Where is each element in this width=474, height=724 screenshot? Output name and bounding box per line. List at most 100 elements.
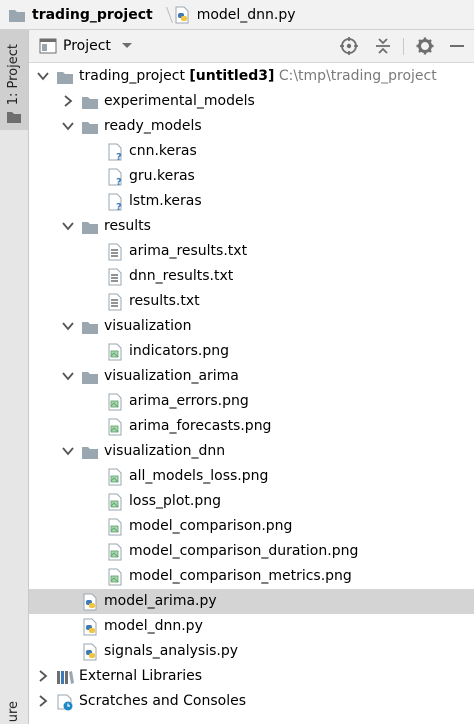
tree-file-row[interactable]: arima_results.txt (29, 239, 474, 264)
structure-stripe-button[interactable]: ure (6, 701, 21, 722)
breadcrumb-project-label: trading_project (32, 6, 153, 23)
image-file-icon (108, 343, 122, 361)
chevron-down-icon[interactable] (62, 120, 74, 132)
breadcrumb-project[interactable]: trading_project (8, 0, 153, 30)
tree-item-label: loss_plot.png (129, 493, 221, 509)
scratches-icon (57, 694, 73, 711)
tree-item-label: lstm.keras (129, 193, 202, 209)
tree-file-row[interactable]: arima_forecasts.png (29, 414, 474, 439)
tree-item-label: signals_analysis.py (104, 643, 239, 659)
locate-icon[interactable] (339, 36, 359, 56)
tree-file-row[interactable]: loss_plot.png (29, 489, 474, 514)
breadcrumb-separator (159, 0, 169, 30)
tree-folder-row[interactable]: results (29, 214, 474, 239)
text-file-icon (108, 293, 122, 311)
tree-item-label: results.txt (129, 293, 200, 309)
panel-header: Project (29, 30, 474, 63)
tree-file-row[interactable]: all_models_loss.png (29, 464, 474, 489)
chevron-down-icon[interactable] (62, 320, 74, 332)
tree-item-label: all_models_loss.png (129, 468, 269, 484)
chevron-right-icon[interactable] (37, 670, 49, 682)
unknown-file-icon: ? (108, 168, 122, 186)
image-file-icon (108, 543, 122, 561)
tree-item-label: gru.keras (129, 168, 195, 184)
tree-folder-row[interactable]: visualization_dnn (29, 439, 474, 464)
image-file-icon (108, 468, 122, 486)
tree-file-row[interactable]: results.txt (29, 289, 474, 314)
root-module: [untitled3] (189, 68, 275, 84)
tree-file-row[interactable]: model_comparison_duration.png (29, 539, 474, 564)
chevron-right-icon[interactable] (37, 695, 49, 707)
tree-file-row[interactable]: ? gru.keras (29, 164, 474, 189)
chevron-down-icon[interactable] (62, 370, 74, 382)
chevron-right-icon[interactable] (62, 95, 74, 107)
chevron-down-icon[interactable] (62, 220, 74, 232)
gear-icon[interactable] (415, 36, 435, 56)
tree-file-row[interactable]: model_dnn.py (29, 614, 474, 639)
unknown-file-icon: ? (108, 143, 122, 161)
folder-icon (82, 122, 98, 134)
chevron-down-icon (121, 43, 132, 48)
folder-icon (7, 112, 21, 123)
tree-file-row[interactable]: ? cnn.keras (29, 139, 474, 164)
breadcrumb: trading_project model_dnn.py (0, 0, 474, 30)
tree-item-label: model_comparison_duration.png (129, 543, 359, 559)
image-file-icon (108, 518, 122, 536)
tree-item-label: experimental_models (104, 93, 255, 109)
tree-folder-row[interactable]: experimental_models (29, 89, 474, 114)
folder-icon (57, 72, 73, 84)
tree-item-label: indicators.png (129, 343, 230, 359)
view-selector[interactable]: Project (39, 30, 133, 63)
project-stripe-label: 1: Project (6, 44, 21, 106)
image-file-icon (108, 418, 122, 436)
tree-file-row[interactable]: model_comparison_metrics.png (29, 564, 474, 589)
tree-item-label: visualization_dnn (104, 443, 226, 459)
tree-file-row[interactable]: dnn_results.txt (29, 264, 474, 289)
tree-item-label: Scratches and Consoles (79, 693, 246, 709)
tree-file-row[interactable]: model_comparison.png (29, 514, 474, 539)
python-file-icon (83, 643, 97, 661)
tree-file-row[interactable]: indicators.png (29, 339, 474, 364)
text-file-icon (108, 268, 122, 286)
tree-item-label: cnn.keras (129, 143, 197, 159)
image-file-icon (108, 568, 122, 586)
project-view-icon (39, 38, 57, 54)
svg-text:?: ? (116, 177, 122, 186)
tree-folder-row[interactable]: visualization_arima (29, 364, 474, 389)
tree-item-label: model_arima.py (104, 593, 217, 609)
tree-file-row[interactable]: signals_analysis.py (29, 639, 474, 664)
tree-folder-row[interactable]: visualization (29, 314, 474, 339)
header-divider (403, 38, 404, 55)
external-libraries-icon (57, 671, 74, 684)
tree-item-label: External Libraries (79, 668, 202, 684)
minimize-icon[interactable] (447, 36, 467, 56)
project-stripe-button[interactable]: 1: Project (0, 30, 28, 130)
collapse-all-icon[interactable] (373, 36, 393, 56)
tree-folder-row[interactable]: External Libraries (29, 664, 474, 689)
tree-folder-row[interactable]: ready_models (29, 114, 474, 139)
tree-item-label: ready_models (104, 118, 202, 134)
tree-item-label: arima_results.txt (129, 243, 248, 259)
tree-file-row[interactable]: arima_errors.png (29, 389, 474, 414)
root-name: trading_project (79, 68, 185, 84)
svg-text:?: ? (116, 152, 122, 161)
tree-item-label: model_dnn.py (104, 618, 203, 634)
tree-folder-row[interactable]: Scratches and Consoles (29, 689, 474, 714)
text-file-icon (108, 243, 122, 261)
tree-root-label: trading_project [untitled3] C:\tmp\tradi… (79, 67, 437, 86)
folder-icon (82, 322, 98, 334)
breadcrumb-file[interactable]: model_dnn.py (173, 0, 296, 30)
python-file-icon (175, 6, 189, 23)
root-path: C:\tmp\trading_project (278, 68, 437, 84)
folder-icon (82, 447, 98, 459)
tree-item-label: model_comparison_metrics.png (129, 568, 352, 584)
tree-root[interactable]: trading_project [untitled3] C:\tmp\tradi… (29, 64, 474, 89)
tree-file-row[interactable]: model_arima.py (29, 589, 474, 614)
tree-item-label: visualization (104, 318, 192, 334)
chevron-down-icon[interactable] (37, 70, 49, 82)
image-file-icon (108, 493, 122, 511)
tree-file-row[interactable]: ? lstm.keras (29, 189, 474, 214)
python-file-icon (83, 593, 97, 611)
folder-icon (9, 9, 25, 22)
chevron-down-icon[interactable] (62, 445, 74, 457)
